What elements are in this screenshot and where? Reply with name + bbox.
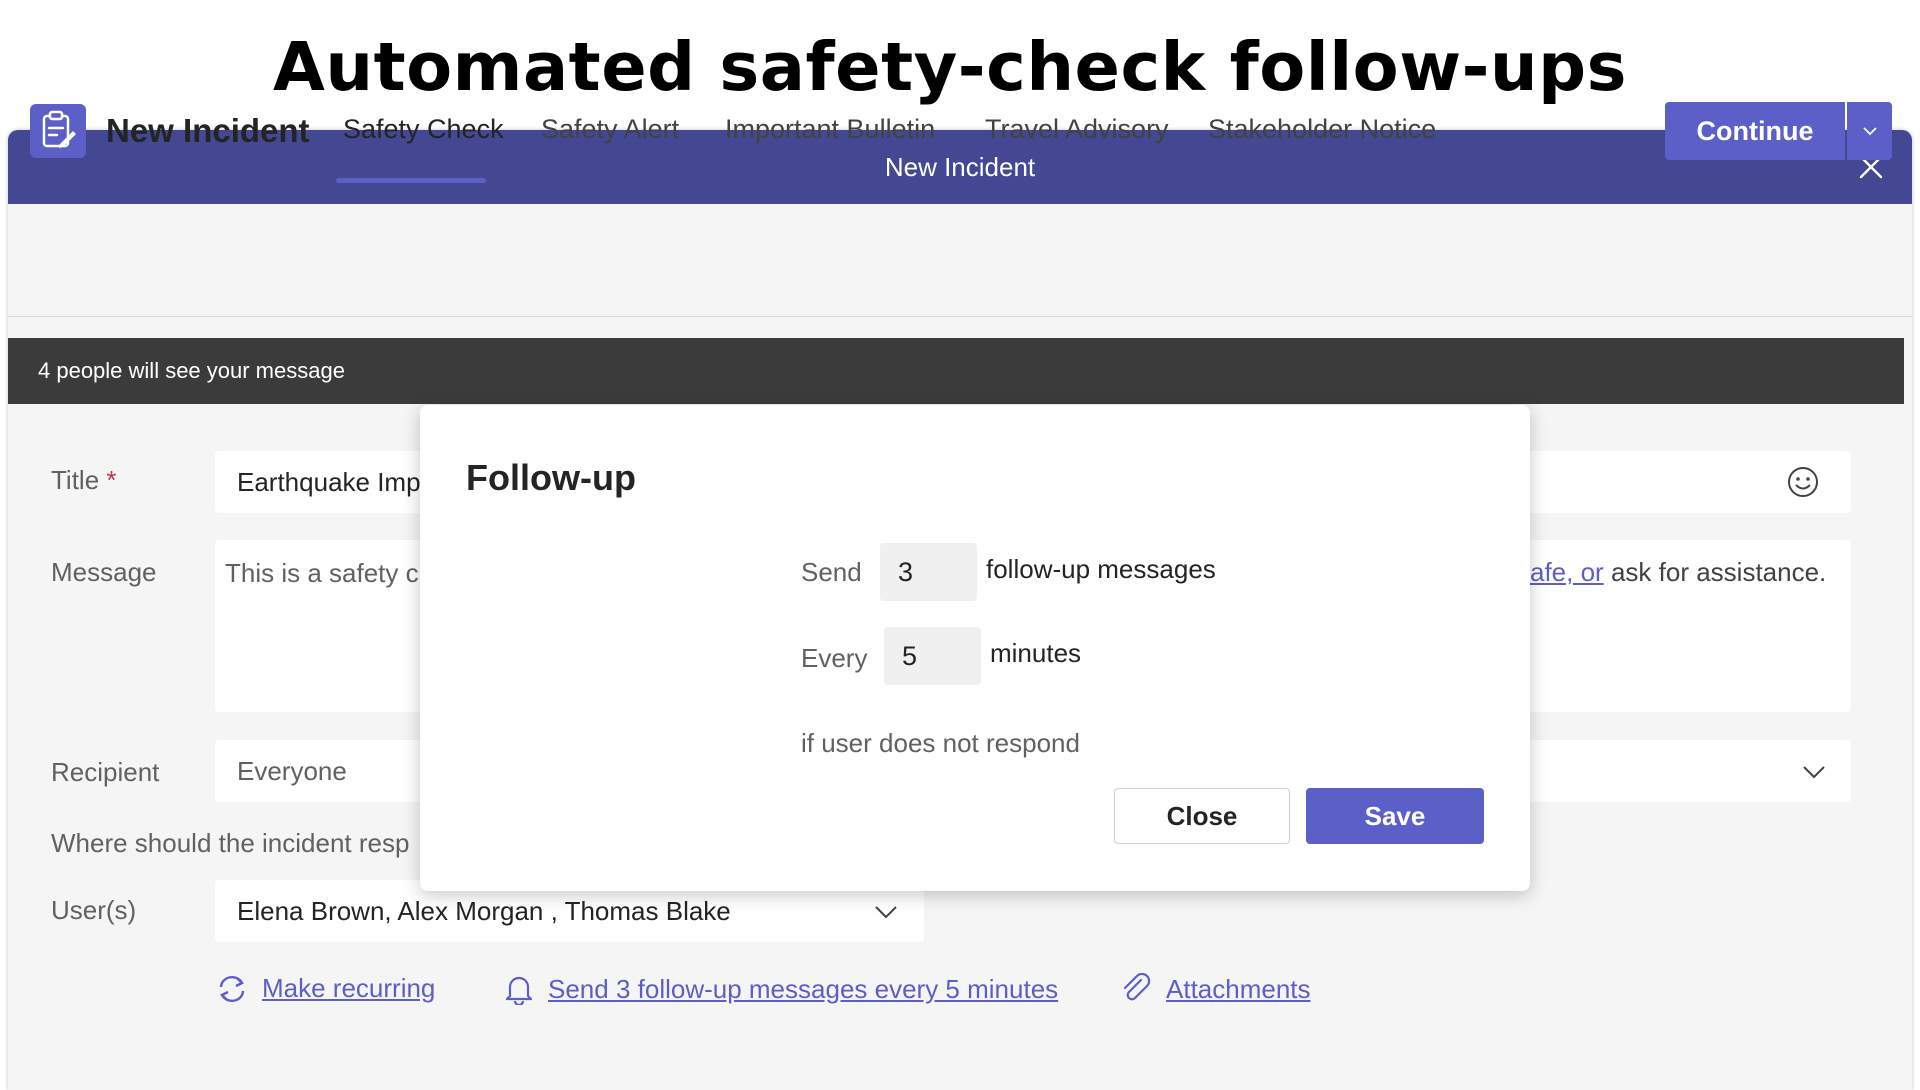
every-suffix: minutes <box>990 638 1082 668</box>
dialog-title: Follow-up <box>466 457 636 498</box>
interval-minutes-input[interactable]: 5 <box>884 627 981 685</box>
recurring-icon <box>219 975 245 1002</box>
users-select-value: Elena Brown, Alex Morgan , Thomas Blake <box>237 895 731 926</box>
title-label: Title * <box>51 465 117 496</box>
no-response-note: if user does not respond <box>801 728 1080 758</box>
tab-important-bulletin[interactable]: Important Bulletin <box>725 114 935 145</box>
recipient-select-value: Everyone <box>237 755 347 786</box>
every-label: Every <box>801 643 868 673</box>
tab-stakeholder-notice[interactable]: Stakeholder Notice <box>1208 114 1436 145</box>
send-suffix: follow-up messages <box>986 554 1216 584</box>
attachments-link[interactable]: Attachments <box>1120 973 1311 1005</box>
send-label: Send <box>801 557 862 587</box>
chevron-down-icon <box>1862 127 1877 136</box>
continue-dropdown-button[interactable] <box>1847 102 1892 160</box>
message-tail-link[interactable]: afe, or <box>1530 557 1604 587</box>
toolbar-divider <box>8 316 1912 317</box>
bell-icon <box>505 976 533 1005</box>
audience-count-text: 4 people will see your message <box>38 358 345 383</box>
users-chevron-down-icon[interactable] <box>874 905 898 919</box>
recipient-label: Recipient <box>51 757 160 787</box>
message-input-value: This is a safety ch <box>225 558 434 588</box>
tab-safety-alert[interactable]: Safety Alert <box>541 114 679 145</box>
audience-banner: 4 people will see your message <box>8 338 1904 404</box>
users-label: User(s) <box>51 895 137 925</box>
attachments-link-text: Attachments <box>1166 973 1311 1004</box>
paperclip-icon <box>1123 973 1151 1001</box>
dialog-close-button[interactable]: Close <box>1114 788 1290 844</box>
make-recurring-link[interactable]: Make recurring <box>216 973 435 1004</box>
dialog-save-button[interactable]: Save <box>1306 788 1484 844</box>
tab-travel-advisory[interactable]: Travel Advisory <box>985 114 1169 145</box>
slide-headline: Automated safety-check follow-ups <box>273 28 1627 106</box>
active-tab-indicator <box>336 178 486 183</box>
send-count-input[interactable]: 3 <box>880 543 977 601</box>
message-tail-text: ask for assistance. <box>1610 557 1827 587</box>
followup-link-text: Send 3 follow-up messages every 5 minute… <box>548 973 1059 1004</box>
emoji-icon[interactable] <box>1787 466 1819 498</box>
recipient-chevron-down-icon[interactable] <box>1802 765 1826 779</box>
app-title: New Incident <box>106 112 310 149</box>
app-logo-icon <box>30 104 86 158</box>
followup-link[interactable]: Send 3 follow-up messages every 5 minute… <box>504 973 1058 1005</box>
window-title: New Incident <box>884 151 1036 182</box>
continue-button[interactable]: Continue <box>1665 102 1845 160</box>
title-label-text: Title <box>51 465 100 495</box>
followup-dialog: Follow-up Send 3 follow-up messages Ever… <box>420 405 1530 891</box>
tab-safety-check[interactable]: Safety Check <box>343 114 504 145</box>
title-input-value: Earthquake Imp <box>237 466 421 497</box>
make-recurring-text: Make recurring <box>262 973 436 1003</box>
response-location-helper: Where should the incident resp <box>51 828 410 858</box>
message-label: Message <box>51 557 157 587</box>
required-mark: * <box>106 465 117 495</box>
message-tail: afe, or ask for assistance. <box>1530 557 1826 588</box>
